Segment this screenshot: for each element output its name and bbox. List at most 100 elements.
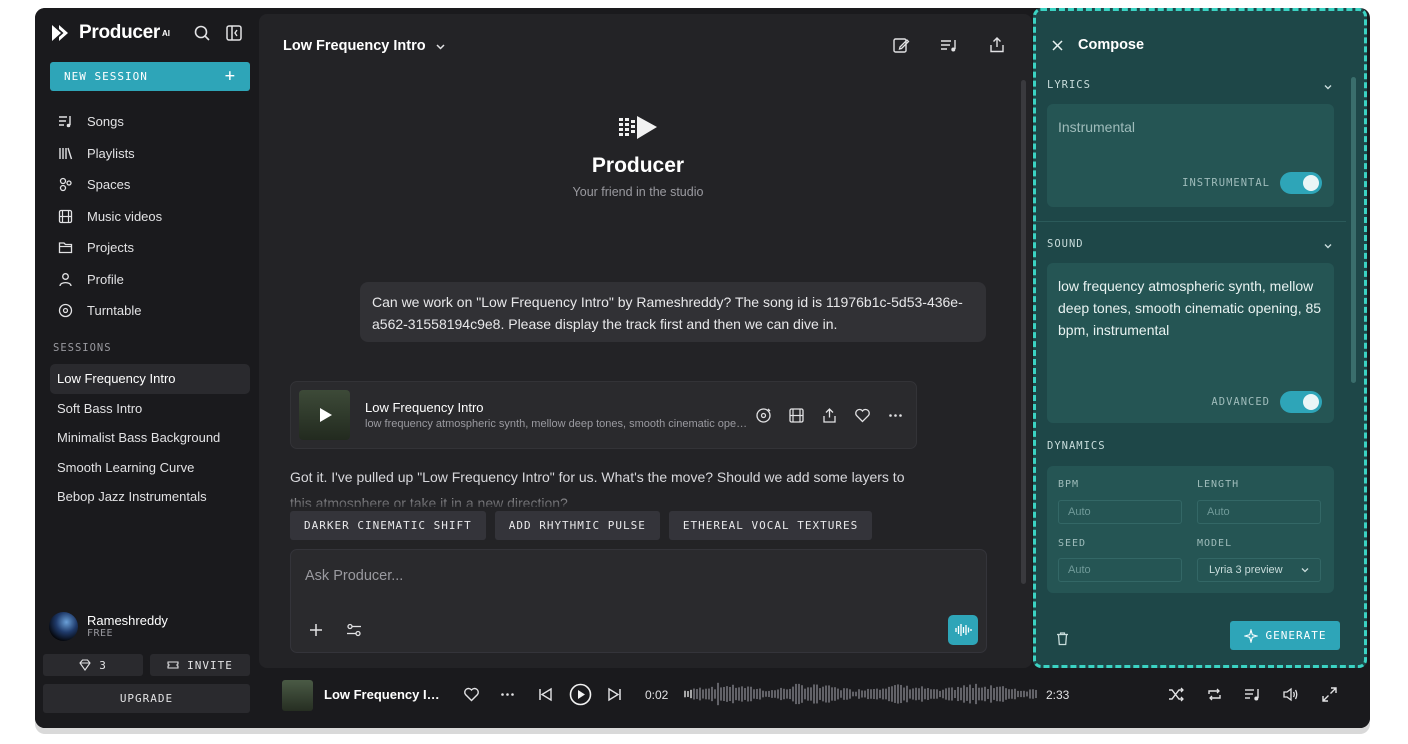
sparkle-icon (1243, 628, 1258, 643)
chat-panel: Low Frequency Intro Producer Your friend… (259, 14, 1032, 668)
sidebar-item-label: Music videos (87, 208, 163, 224)
ask-producer-input[interactable] (305, 564, 905, 588)
session-title-dropdown[interactable]: Low Frequency Intro (283, 38, 447, 54)
sidebar-item-songs[interactable]: Songs (50, 106, 250, 138)
songs-icon (58, 114, 73, 129)
volume-icon[interactable] (1282, 686, 1299, 703)
brand-suffix: AI (162, 28, 171, 38)
sidebar-item-label: Profile (87, 271, 124, 287)
suggestion-chips: DARKER CINEMATIC SHIFT ADD RHYTHMIC PULS… (290, 511, 873, 540)
bpm-label: BPM (1058, 479, 1080, 490)
suggestion-chip[interactable]: DARKER CINEMATIC SHIFT (290, 511, 486, 540)
voice-input-button[interactable] (948, 615, 978, 645)
credits-button[interactable]: 3 (43, 654, 143, 676)
sidebar-item-turntable[interactable]: Turntable (50, 295, 250, 327)
waveform-icon (954, 621, 972, 639)
settings-sliders-icon[interactable] (346, 622, 362, 638)
search-icon[interactable] (193, 24, 211, 42)
upgrade-button[interactable]: UPGRADE (43, 684, 250, 713)
composer (290, 549, 987, 653)
chevron-down-icon[interactable] (1322, 80, 1334, 92)
remix-icon[interactable] (755, 407, 772, 424)
trash-icon[interactable] (1055, 631, 1070, 646)
sidebar-item-spaces[interactable]: Spaces (50, 169, 250, 201)
sidebar-item-playlists[interactable]: Playlists (50, 138, 250, 170)
assistant-message: Got it. I've pulled up "Low Frequency In… (290, 469, 905, 507)
film-icon[interactable] (788, 407, 805, 424)
sidebar: Producer AI NEW SESSION + Songs Playlist… (35, 8, 259, 728)
chat-scrollbar[interactable] (1021, 80, 1026, 584)
length-input[interactable] (1197, 500, 1321, 524)
share-icon[interactable] (821, 407, 838, 424)
expand-icon[interactable] (1321, 686, 1338, 703)
heart-icon[interactable] (854, 407, 871, 424)
invite-button[interactable]: INVITE (150, 654, 250, 676)
track-title: Low Frequency Intro (365, 400, 484, 415)
suggestion-chip[interactable]: ADD RHYTHMIC PULSE (494, 511, 660, 540)
sidebar-item-projects[interactable]: Projects (50, 232, 250, 264)
sound-heading: SOUND (1047, 238, 1084, 250)
chevron-down-icon[interactable] (1322, 239, 1334, 251)
collapse-sidebar-icon[interactable] (225, 24, 243, 42)
session-item-active[interactable]: Low Frequency Intro (50, 364, 250, 394)
compose-scrollbar[interactable] (1351, 77, 1356, 383)
session-item[interactable]: Minimalist Bass Background (50, 423, 250, 453)
repeat-icon[interactable] (1206, 686, 1223, 703)
share-icon[interactable] (988, 36, 1006, 54)
queue-icon[interactable] (1244, 686, 1261, 703)
generate-button[interactable]: GENERATE (1230, 621, 1340, 650)
user-name: Rameshreddy (87, 613, 168, 628)
sessions-heading: SESSIONS (53, 342, 112, 354)
instrumental-toggle[interactable] (1280, 172, 1322, 194)
track-card: Low Frequency Intro low frequency atmosp… (290, 381, 917, 449)
lyrics-field[interactable]: Instrumental INSTRUMENTAL (1047, 104, 1334, 207)
user-profile[interactable]: Rameshreddy FREE (49, 610, 249, 642)
spaces-icon (58, 177, 73, 192)
more-icon[interactable] (499, 686, 516, 703)
sidebar-nav: Songs Playlists Spaces Music videos Proj… (50, 106, 250, 327)
close-icon[interactable] (1050, 38, 1065, 53)
sidebar-item-profile[interactable]: Profile (50, 264, 250, 296)
seed-input[interactable] (1058, 558, 1182, 582)
turntable-icon (58, 303, 73, 318)
user-message-bubble: Can we work on "Low Frequency Intro" by … (360, 282, 986, 342)
skip-forward-icon[interactable] (606, 686, 623, 703)
play-pause-icon[interactable] (569, 683, 592, 706)
model-select[interactable]: Lyria 3 preview (1197, 558, 1321, 582)
player-track-title[interactable]: Low Frequency In... (324, 687, 444, 702)
session-item[interactable]: Smooth Learning Curve (50, 453, 250, 483)
queue-icon[interactable] (940, 36, 958, 54)
current-time: 0:02 (645, 688, 669, 702)
header-actions (892, 36, 1006, 54)
session-list: Low Frequency Intro Soft Bass Intro Mini… (50, 364, 250, 512)
dynamics-box: BPM LENGTH SEED MODEL Lyria 3 preview (1047, 466, 1334, 593)
producer-logo-icon (617, 112, 659, 144)
heart-icon[interactable] (463, 686, 480, 703)
new-session-button[interactable]: NEW SESSION + (50, 62, 250, 91)
more-icon[interactable] (887, 407, 904, 424)
add-attachment-icon[interactable] (308, 622, 324, 638)
seed-label: SEED (1058, 538, 1087, 549)
sound-field[interactable]: low frequency atmospheric synth, mellow … (1047, 263, 1334, 423)
player-artwork (282, 680, 313, 711)
avatar (49, 611, 78, 641)
suggestion-chip[interactable]: ETHEREAL VOCAL TEXTURES (668, 511, 873, 540)
bpm-input[interactable] (1058, 500, 1182, 524)
sidebar-item-label: Playlists (87, 145, 135, 161)
film-icon (58, 209, 73, 224)
sidebar-item-music-videos[interactable]: Music videos (50, 201, 250, 233)
session-item[interactable]: Bebop Jazz Instrumentals (50, 482, 250, 512)
user-icon (58, 272, 73, 287)
session-item[interactable]: Soft Bass Intro (50, 394, 250, 424)
waveform-scrubber[interactable] (683, 681, 1037, 707)
shuffle-icon[interactable] (1168, 686, 1185, 703)
sound-prompt-text: low frequency atmospheric synth, mellow … (1058, 278, 1322, 338)
track-play-button[interactable] (299, 390, 350, 440)
edit-compose-icon[interactable] (892, 36, 910, 54)
skip-back-icon[interactable] (537, 686, 554, 703)
lyrics-placeholder: Instrumental (1058, 119, 1136, 135)
chevron-down-icon (1300, 565, 1310, 575)
brand-row: Producer AI (51, 22, 243, 44)
advanced-toggle[interactable] (1280, 391, 1322, 413)
user-plan: FREE (87, 628, 114, 639)
